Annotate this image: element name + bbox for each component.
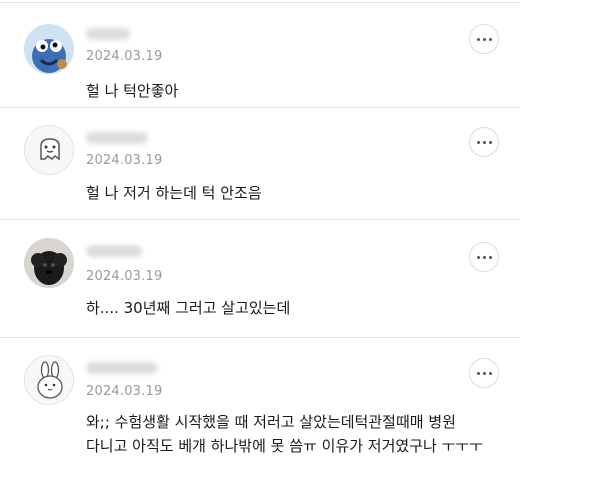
comment-text: 헐 나 턱안좋아 [86,82,179,100]
more-options-button[interactable] [469,242,499,272]
comment-date: 2024.03.19 [86,269,163,284]
more-options-button[interactable] [469,24,499,54]
cookie-monster-avatar-icon [24,24,74,74]
comment-text: 헐 나 저거 하는데 턱 안조음 [86,184,262,202]
comment-text: 와;; 수험생활 시작했을 때 저러고 살았는데턱관절때매 병원 다니고 아직도… [86,413,483,455]
comment-date: 2024.03.19 [86,384,163,399]
more-options-icon [476,371,480,375]
more-options-button[interactable] [469,127,499,157]
avatar[interactable] [24,238,74,288]
avatar[interactable] [24,125,74,175]
comment-text: 하.... 30년째 그러고 살고있는데 [86,299,291,317]
comment-date: 2024.03.19 [86,153,163,168]
black-dog-avatar-icon [24,238,74,288]
rabbit-character-avatar-icon [25,356,73,404]
comment-item: 2024.03.19 와;; 수험생활 시작했을 때 저러고 살았는데턱관절때매… [0,338,520,502]
more-options-button[interactable] [469,358,499,388]
author-name-redacted [86,28,130,40]
avatar[interactable] [24,355,74,405]
comment-list: 2024.03.19 헐 나 턱안좋아 2024.03.19 헐 나 저거 하는… [0,0,520,502]
ghost-character-avatar-icon [25,126,73,174]
avatar[interactable] [24,24,74,74]
comment-item: 2024.03.19 하.... 30년째 그러고 살고있는데 [0,220,520,338]
comment-item: 2024.03.19 헐 나 턱안좋아 [0,3,520,108]
author-name-redacted [86,132,148,144]
more-options-icon [476,255,480,259]
more-options-icon [476,37,480,41]
comment-item: 2024.03.19 헐 나 저거 하는데 턱 안조음 [0,108,520,220]
more-options-icon [476,140,480,144]
author-name-redacted [86,362,158,374]
comment-date: 2024.03.19 [86,49,163,64]
author-name-redacted [86,245,142,257]
